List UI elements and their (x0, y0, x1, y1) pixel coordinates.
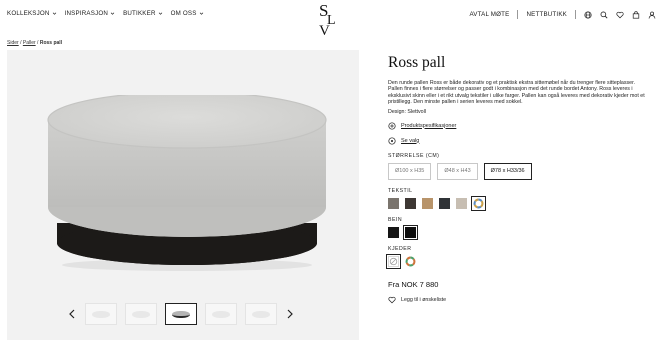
size-option[interactable]: Ø48 x H43 (437, 162, 478, 180)
nav-label: INSPIRASJON (64, 10, 109, 17)
textile-label: TEKSTIL (388, 187, 413, 194)
product-specs-label: Produktspesifikasjoner (401, 122, 457, 129)
add-to-wishlist-button[interactable]: Legg til i ønskeliste (388, 296, 656, 304)
textile-swatch[interactable] (439, 197, 450, 209)
heart-icon (388, 296, 396, 304)
textile-swatch[interactable] (405, 197, 416, 209)
bag-icon[interactable] (632, 10, 640, 19)
chain-more-colors-swatch[interactable] (405, 256, 416, 267)
user-icon[interactable] (648, 11, 656, 19)
product-designer: Design: Slettvoll (388, 108, 426, 115)
product-image[interactable] (47, 95, 327, 275)
chevron-right-icon (287, 309, 293, 319)
chevron-down-icon (158, 12, 162, 15)
size-option-selected[interactable]: Ø78 x H33/36 (483, 162, 532, 180)
product-title: Ross pall (388, 54, 446, 71)
thumbnail[interactable] (245, 303, 277, 325)
size-options: Ø100 x H35 Ø48 x H43 Ø78 x H33/36 (388, 162, 656, 180)
chevron-down-icon (110, 12, 115, 15)
prev-image-button[interactable] (67, 305, 77, 323)
size-option[interactable]: Ø100 x H35 (388, 162, 432, 180)
webshop-link[interactable]: NETTBUTIKK (526, 11, 567, 18)
product-gallery (7, 50, 359, 340)
thumbnail-active[interactable] (165, 303, 197, 325)
textile-swatch[interactable] (456, 197, 467, 209)
divider (575, 10, 576, 19)
textile-swatch[interactable] (388, 197, 399, 209)
book-appointment-link[interactable]: AVTAL MØTE (469, 11, 509, 18)
thumbnail[interactable] (125, 303, 157, 325)
breadcrumb: Sider / Paller / Ross pall (7, 40, 62, 46)
plus-circle-icon (388, 122, 396, 130)
divider (517, 10, 519, 19)
slv-logo[interactable]: S L V (306, 0, 356, 36)
globe-icon[interactable] (584, 10, 592, 19)
chevron-left-icon (69, 309, 75, 319)
product-specs-link[interactable]: Produktspesifikasjoner (388, 122, 656, 130)
thumbnail-strip (67, 303, 295, 325)
product-info: Ross pall Den runde pallen Ross er både … (386, 50, 656, 304)
size-label: STØRRELSE (CM) (388, 152, 440, 159)
site-header: KOLLEKSJON INSPIRASJON BUTIKKER OM OSS S… (0, 0, 666, 36)
chain-none-swatch[interactable] (386, 253, 401, 269)
nav-om-oss[interactable]: OM OSS (171, 10, 204, 17)
svg-text:V: V (319, 23, 330, 36)
textile-options (388, 195, 656, 211)
product-price: Fra NOK 7 880 (388, 279, 439, 289)
breadcrumb-link-paller[interactable]: Paller (23, 40, 36, 46)
header-icons (584, 10, 656, 19)
leg-swatch-selected[interactable] (403, 224, 418, 240)
breadcrumb-separator: / (20, 40, 22, 46)
nav-label: BUTIKKER (123, 10, 156, 17)
thumbnail[interactable] (85, 303, 117, 325)
eye-circle-icon (388, 137, 396, 145)
nav-label: OM OSS (170, 10, 197, 17)
textile-more-colors-swatch[interactable] (471, 195, 486, 211)
wishlist-label: Legg til i ønskeliste (401, 296, 447, 303)
product-description: Den runde pallen Ross er både dekorativ … (388, 80, 645, 106)
nav-label: KOLLEKSJON (7, 10, 50, 17)
chevron-down-icon (52, 12, 56, 15)
nav-inspirasjon[interactable]: INSPIRASJON (65, 10, 115, 17)
chain-options (386, 253, 656, 269)
utility-nav: AVTAL MØTE NETTBUTIKK (469, 10, 656, 19)
view-options-label: Se valg (401, 137, 420, 144)
next-image-button[interactable] (285, 305, 295, 323)
nav-kolleksjon[interactable]: KOLLEKSJON (7, 10, 57, 17)
main-nav: KOLLEKSJON INSPIRASJON BUTIKKER OM OSS (7, 10, 204, 17)
breadcrumb-current: Ross pall (39, 40, 63, 46)
view-options-link[interactable]: Se valg (388, 137, 656, 145)
breadcrumb-separator: / (37, 40, 39, 46)
heart-icon[interactable] (616, 11, 624, 19)
leg-label: BEIN (388, 216, 403, 223)
breadcrumb-link-sider[interactable]: Sider (7, 40, 19, 46)
leg-options (388, 224, 656, 240)
chevron-down-icon (199, 12, 203, 15)
chain-label: KJEDER (388, 245, 412, 252)
nav-butikker[interactable]: BUTIKKER (123, 10, 163, 17)
thumbnail[interactable] (205, 303, 237, 325)
textile-swatch[interactable] (422, 197, 433, 209)
search-icon[interactable] (600, 11, 608, 19)
leg-swatch[interactable] (388, 226, 399, 238)
